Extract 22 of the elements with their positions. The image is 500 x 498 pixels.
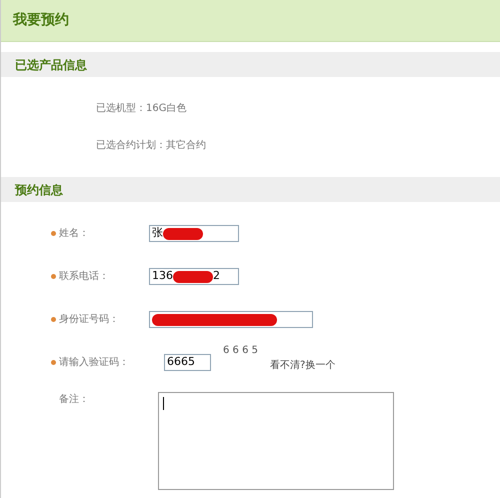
field-label: 请输入验证码： [59,356,129,370]
info-text: 已选机型：16G白色 [96,103,188,115]
input-field[interactable]: 张 [149,225,239,242]
text-cursor [163,397,164,410]
captcha-code: 6 6 6 5 [223,344,258,358]
input-field[interactable]: 136 2 [149,268,239,285]
field-label: 备注： [59,392,89,407]
field-label: 身份证号码： [59,313,119,327]
info-text: 已选合约计划：其它合约 [96,140,207,152]
field-value: 2 [213,269,220,284]
refresh-link[interactable]: 看不清?换一个 [270,358,336,373]
input-field[interactable] [149,311,313,328]
field-value: 6665 [167,355,195,370]
field-label: 联系电话： [59,270,109,284]
field-value: 136 [152,269,173,284]
page-title: 我要预约 [13,11,69,30]
section-title: 预约信息 [15,182,63,198]
field-label: 姓名： [59,227,89,241]
field-value: 张 [152,226,163,241]
remarks-field[interactable] [158,392,394,490]
input-field[interactable]: 6665 [164,354,211,371]
section-title: 已选产品信息 [15,56,87,74]
